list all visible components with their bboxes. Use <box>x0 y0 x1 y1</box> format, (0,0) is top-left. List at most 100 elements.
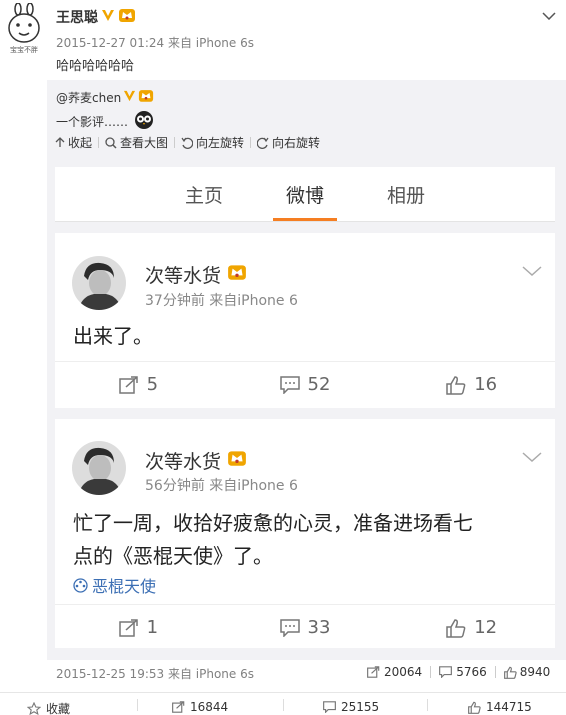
repost-text-row: 一个影评…… <box>56 110 154 133</box>
card-body-line: 点的《恶棍天使》了。 <box>73 544 273 568</box>
like-button[interactable]: 12 <box>388 605 555 650</box>
card-body-line: 忙了一周，收拾好疲惫的心灵，准备进场看七 <box>73 511 473 535</box>
verified-icon <box>101 8 115 26</box>
repost-text: 一个影评…… <box>56 115 129 129</box>
repost-footer-likes[interactable]: 8940 <box>503 665 551 679</box>
repost-user-row: @荞麦chen <box>56 88 154 106</box>
thumbs-up-icon <box>446 375 466 395</box>
comment-icon <box>439 666 453 678</box>
chevron-down-icon[interactable] <box>522 261 542 280</box>
author-name[interactable]: 王思聪 <box>56 7 98 27</box>
vip-crown-icon[interactable] <box>118 7 136 27</box>
repost-footer-stats: 20064 5766 8940 <box>367 665 550 679</box>
arrow-up-icon <box>55 137 65 147</box>
comment-icon <box>323 701 336 713</box>
tab-weibo[interactable]: 微博 <box>286 181 324 208</box>
comment-count: 52 <box>307 374 331 395</box>
star-icon <box>27 702 41 715</box>
repost-count: 5 <box>146 374 159 395</box>
rotate-left-icon <box>181 137 194 149</box>
repost-icon <box>367 666 380 678</box>
avatar[interactable] <box>72 441 126 495</box>
post-action-bar: 收藏 16844 25155 144715 <box>0 692 566 715</box>
card-meta: 56分钟前 来自iPhone 6 <box>145 478 298 494</box>
card-action-bar: 1 33 12 <box>55 604 555 650</box>
zoom-icon <box>105 136 117 149</box>
repost-footer-comments[interactable]: 5766 <box>439 665 487 679</box>
card-body: 出来了。 <box>73 324 153 348</box>
view-large-button[interactable]: 查看大图 <box>99 134 174 151</box>
repost-button[interactable]: 1 <box>55 605 222 650</box>
collapse-label: 收起 <box>68 136 93 150</box>
chevron-down-icon[interactable] <box>542 5 556 21</box>
thumbs-up-icon <box>503 666 517 679</box>
topic-tag-label: 恶棍天使 <box>92 577 157 596</box>
card-action-bar: 5 52 16 <box>55 361 555 407</box>
tab-album[interactable]: 相册 <box>387 181 425 208</box>
vip-crown-icon[interactable] <box>227 263 247 286</box>
topic-tag[interactable]: 恶棍天使 <box>73 573 156 597</box>
owl-emoji-icon <box>134 110 154 133</box>
comment-button[interactable]: 33 <box>222 605 389 650</box>
favorite-label: 收藏 <box>46 702 71 715</box>
divider <box>283 699 284 711</box>
divider <box>427 699 428 711</box>
verified-icon <box>123 89 136 105</box>
avatar[interactable] <box>72 256 126 310</box>
comment-count: 33 <box>307 617 331 638</box>
repost-count: 16844 <box>190 700 229 714</box>
card-author-row: 次等水货 <box>145 261 247 288</box>
rotate-left-button[interactable]: 向左旋转 <box>175 134 250 151</box>
avatar-caption: 宝宝不胖 <box>10 46 38 54</box>
rotate-left-label: 向左旋转 <box>196 136 245 150</box>
comment-count: 5766 <box>456 665 487 679</box>
card-author-row: 次等水货 <box>145 447 247 474</box>
rotate-right-icon <box>257 137 269 149</box>
repost-icon <box>118 375 138 394</box>
repost-user-link[interactable]: @荞麦chen <box>56 89 121 106</box>
card-meta: 37分钟前 来自iPhone 6 <box>145 293 298 309</box>
thumbs-up-icon <box>468 701 481 714</box>
comment-button[interactable]: 25155 <box>323 700 379 714</box>
divider <box>494 666 496 678</box>
comment-count: 25155 <box>341 700 380 714</box>
comment-icon <box>279 618 300 637</box>
post-meta: 2015-12-27 01:24 来自 iPhone 6s <box>56 36 254 50</box>
repost-count: 1 <box>146 617 159 638</box>
comment-button[interactable]: 52 <box>222 362 389 407</box>
like-button[interactable]: 144715 <box>468 700 532 714</box>
repost-footer-reposts[interactable]: 20064 <box>367 665 422 679</box>
repost-button[interactable]: 16844 <box>172 700 228 714</box>
comment-icon <box>279 375 300 394</box>
avatar[interactable]: 宝宝不胖 <box>4 2 44 55</box>
view-large-label: 查看大图 <box>120 136 169 150</box>
like-button[interactable]: 16 <box>388 362 555 407</box>
divider <box>430 666 432 678</box>
card-author-name[interactable]: 次等水货 <box>145 261 221 288</box>
film-reel-icon <box>73 577 88 593</box>
active-tab-indicator <box>273 218 337 221</box>
repost-icon <box>118 618 138 637</box>
like-count: 16 <box>474 374 498 395</box>
vip-crown-icon[interactable] <box>138 88 154 106</box>
collapse-button[interactable]: 收起 <box>55 134 98 151</box>
tab-home[interactable]: 主页 <box>185 181 223 208</box>
chevron-down-icon[interactable] <box>522 447 542 466</box>
rotate-right-button[interactable]: 向右旋转 <box>251 134 326 151</box>
vip-crown-icon[interactable] <box>227 449 247 472</box>
card-author-name[interactable]: 次等水货 <box>145 447 221 474</box>
like-count: 144715 <box>486 700 532 714</box>
like-count: 12 <box>474 617 498 638</box>
like-count: 8940 <box>519 665 551 679</box>
thumbs-up-icon <box>446 618 466 638</box>
repost-button[interactable]: 5 <box>55 362 222 407</box>
embedded-post-card: 次等水货 56分钟前 来自iPhone 6 忙了一周，收拾好疲惫的心灵，准备进场… <box>55 419 555 648</box>
image-toolbar: 收起 查看大图 向左旋转 向右旋转 <box>55 134 326 151</box>
post-text: 哈哈哈哈哈哈 <box>56 59 135 74</box>
rotate-right-label: 向右旋转 <box>272 136 321 150</box>
favorite-button[interactable]: 收藏 <box>27 700 70 715</box>
repost-meta: 2015-12-25 19:53 来自 iPhone 6s <box>56 667 254 681</box>
card-body: 忙了一周，收拾好疲惫的心灵，准备进场看七 点的《恶棍天使》了。 <box>73 507 473 573</box>
embedded-post-card: 次等水货 37分钟前 来自iPhone 6 出来了。 5 52 16 <box>55 233 555 408</box>
divider <box>137 699 138 711</box>
